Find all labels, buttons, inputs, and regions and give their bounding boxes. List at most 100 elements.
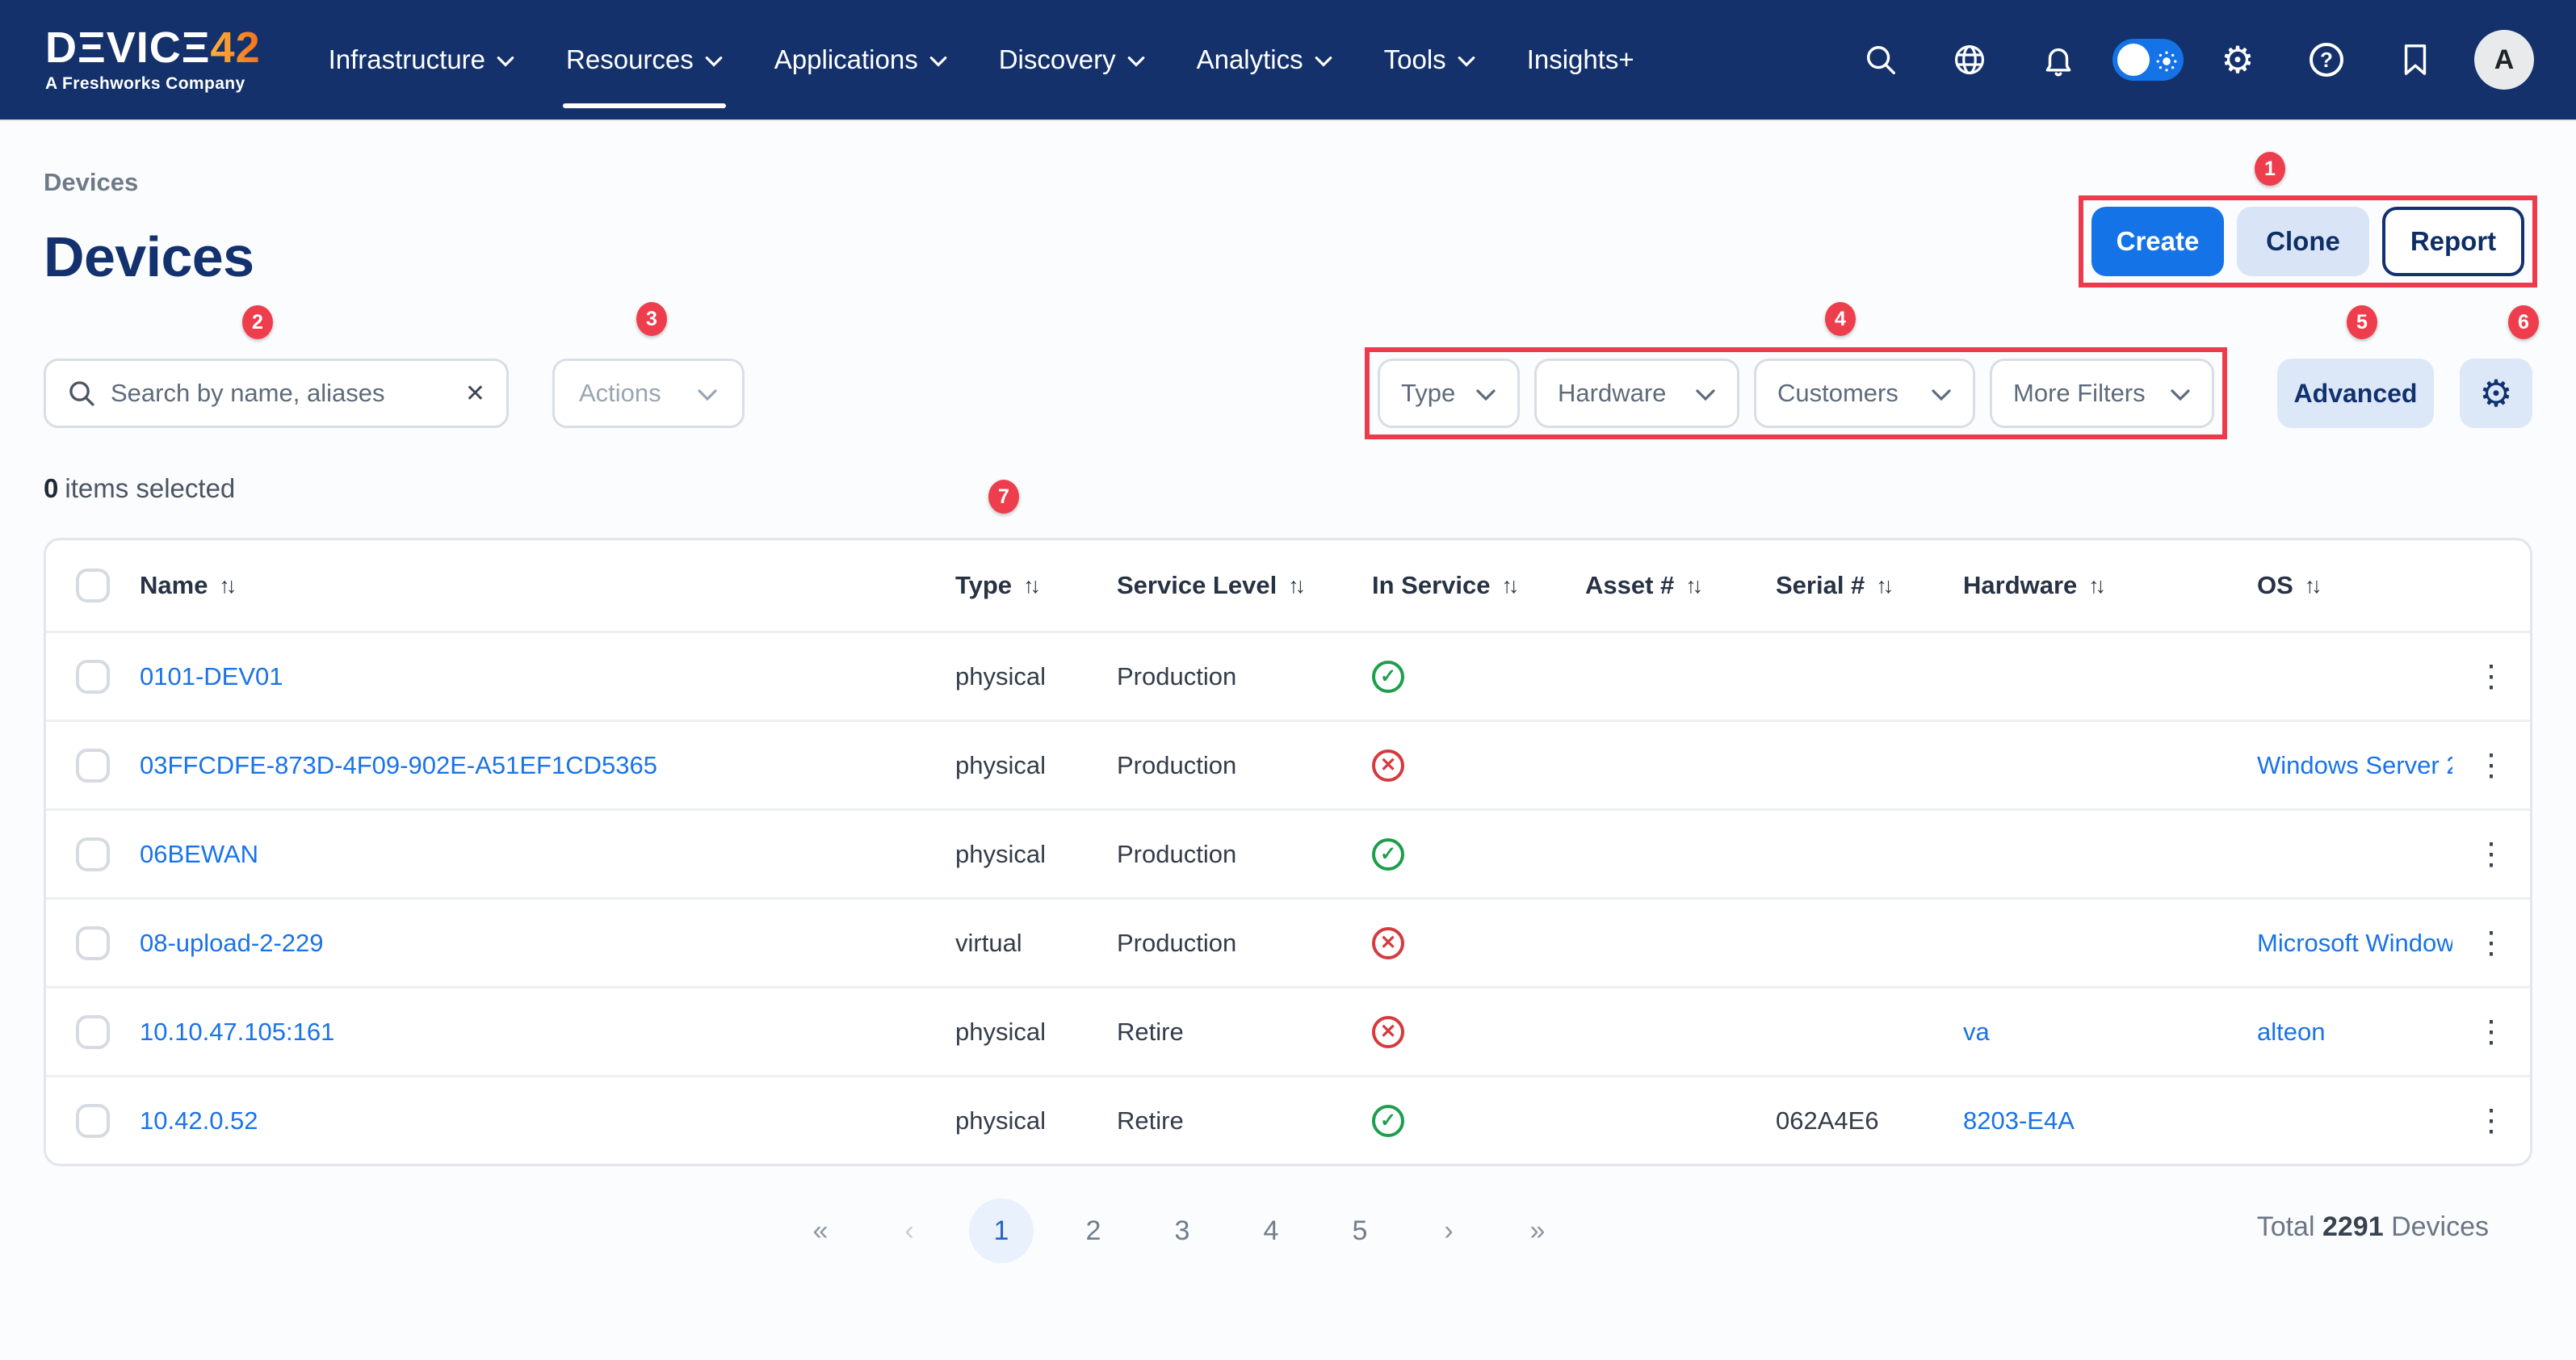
column-header-in-service[interactable]: In Service [1372, 571, 1585, 600]
pagination-page-1[interactable]: 1 [969, 1198, 1034, 1263]
clear-search-icon[interactable] [465, 380, 485, 408]
pagination-next-button[interactable]: › [1420, 1198, 1478, 1263]
chevron-down-icon [1475, 388, 1496, 401]
advanced-button[interactable]: Advanced [2277, 359, 2434, 428]
os-link[interactable]: Windows Server 20 [2257, 751, 2452, 780]
column-header-hardware[interactable]: Hardware [1963, 571, 2257, 600]
table-row: 03FFCDFE-873D-4F09-902E-A51EF1CD5365 phy… [46, 720, 2530, 808]
nav-item-resources[interactable]: Resources [540, 0, 749, 120]
sort-icon [1023, 573, 1037, 598]
os-link[interactable]: Microsoft Windows [2257, 929, 2452, 958]
report-button[interactable]: Report [2382, 207, 2524, 276]
pagination-last-button[interactable]: » [1508, 1198, 1567, 1263]
nav-item-discovery[interactable]: Discovery [973, 0, 1171, 120]
notifications-bell-icon[interactable] [2014, 42, 2103, 78]
sort-icon [2305, 573, 2318, 598]
row-menu-icon[interactable] [2476, 661, 2507, 692]
device-name-link[interactable]: 08-upload-2-229 [140, 929, 955, 958]
device-name-link[interactable]: 0101-DEV01 [140, 662, 955, 691]
search-box[interactable] [44, 359, 509, 428]
service-level-cell: Production [1117, 662, 1372, 691]
navbar-icon-group: ⚙ ? A [1836, 30, 2534, 90]
annotation-box-filters: Type Hardware Customers More Filters [1365, 347, 2227, 439]
column-header-name[interactable]: Name [140, 571, 955, 600]
annotation-box-primary-actions: Create Clone Report [2079, 195, 2537, 288]
nav-item-infrastructure[interactable]: Infrastructure [303, 0, 540, 120]
row-checkbox[interactable] [76, 926, 110, 960]
in-service-cross-icon [1372, 927, 1404, 959]
nav-item-applications[interactable]: Applications [749, 0, 973, 120]
row-menu-icon[interactable] [2476, 750, 2507, 781]
row-checkbox[interactable] [76, 749, 110, 783]
device-name-link[interactable]: 03FFCDFE-873D-4F09-902E-A51EF1CD5365 [140, 751, 955, 780]
os-link[interactable]: alteon [2257, 1018, 2452, 1047]
nav-item-insights-plus[interactable]: Insights+ [1501, 0, 1660, 120]
clone-button[interactable]: Clone [2237, 207, 2369, 276]
table-footer: « ‹ 1 2 3 4 5 › » Total 2291 Devices [44, 1198, 2532, 1266]
table-row: 08-upload-2-229 virtual Production Micro… [46, 897, 2530, 986]
chevron-down-icon [1458, 56, 1475, 67]
column-header-serial[interactable]: Serial # [1776, 571, 1963, 600]
row-checkbox[interactable] [76, 1015, 110, 1049]
row-menu-icon[interactable] [2476, 1017, 2507, 1047]
sort-icon [2088, 573, 2102, 598]
row-menu-icon[interactable] [2476, 928, 2507, 959]
filter-hardware-dropdown[interactable]: Hardware [1534, 359, 1739, 428]
hardware-link[interactable]: va [1963, 1018, 2257, 1047]
row-checkbox[interactable] [76, 660, 110, 694]
filter-more-filters-dropdown[interactable]: More Filters [1990, 359, 2214, 428]
search-icon[interactable] [1836, 43, 1925, 77]
row-checkbox[interactable] [76, 837, 110, 871]
pagination-page-5[interactable]: 5 [1331, 1198, 1389, 1263]
bookmark-icon[interactable] [2371, 43, 2460, 77]
nav-item-analytics[interactable]: Analytics [1171, 0, 1358, 120]
actions-dropdown[interactable]: Actions [552, 359, 745, 428]
device-name-link[interactable]: 06BEWAN [140, 840, 955, 869]
top-navbar: DΞVICΞ42 A Freshworks Company Infrastruc… [0, 0, 2576, 121]
column-header-type[interactable]: Type [955, 571, 1117, 600]
create-button[interactable]: Create [2091, 207, 2224, 276]
device42-logo[interactable]: DΞVICΞ42 A Freshworks Company [45, 26, 261, 94]
pagination-page-2[interactable]: 2 [1064, 1198, 1122, 1263]
type-cell: physical [955, 840, 1117, 869]
help-icon[interactable]: ? [2282, 43, 2371, 77]
total-devices-count: Total 2291 Devices [2257, 1211, 2489, 1243]
theme-toggle[interactable] [2112, 39, 2184, 81]
device-name-link[interactable]: 10.10.47.105:161 [140, 1018, 955, 1047]
search-input[interactable] [111, 379, 451, 408]
globe-icon[interactable] [1925, 42, 2014, 78]
select-all-checkbox[interactable] [76, 569, 110, 602]
breadcrumb[interactable]: Devices [44, 121, 138, 197]
user-avatar[interactable]: A [2474, 30, 2534, 90]
device-name-link[interactable]: 10.42.0.52 [140, 1106, 955, 1135]
filter-customers-dropdown[interactable]: Customers [1754, 359, 1975, 428]
nav-item-tools[interactable]: Tools [1358, 0, 1501, 120]
chevron-down-icon [929, 56, 947, 67]
annotation-badge-1: 1 [2255, 152, 2285, 186]
selection-count: 0 [44, 473, 58, 503]
pagination-page-3[interactable]: 3 [1153, 1198, 1211, 1263]
sun-icon [2156, 48, 2177, 78]
sort-icon [1685, 573, 1699, 598]
gear-icon: ⚙ [2479, 375, 2512, 412]
toolbar: Actions Type Hardware Customers [44, 347, 2532, 439]
pagination-prev-button[interactable]: ‹ [880, 1198, 938, 1263]
settings-gear-icon[interactable]: ⚙ [2193, 41, 2282, 78]
pagination-page-4[interactable]: 4 [1242, 1198, 1300, 1263]
column-header-os[interactable]: OS [2257, 571, 2452, 600]
type-cell: physical [955, 751, 1117, 780]
in-service-cross-icon [1372, 1016, 1404, 1048]
sort-icon [1876, 573, 1890, 598]
table-settings-button[interactable]: ⚙ [2460, 359, 2532, 428]
column-header-asset[interactable]: Asset # [1585, 571, 1776, 600]
column-header-service-level[interactable]: Service Level [1117, 571, 1372, 600]
row-menu-icon[interactable] [2476, 1106, 2507, 1136]
hardware-link[interactable]: 8203-E4A [1963, 1106, 2257, 1135]
sort-icon [219, 573, 233, 598]
filter-type-dropdown[interactable]: Type [1378, 359, 1520, 428]
sort-icon [1288, 573, 1302, 598]
row-checkbox[interactable] [76, 1104, 110, 1138]
row-menu-icon[interactable] [2476, 839, 2507, 870]
pagination-first-button[interactable]: « [791, 1198, 850, 1263]
service-level-cell: Retire [1117, 1018, 1372, 1047]
